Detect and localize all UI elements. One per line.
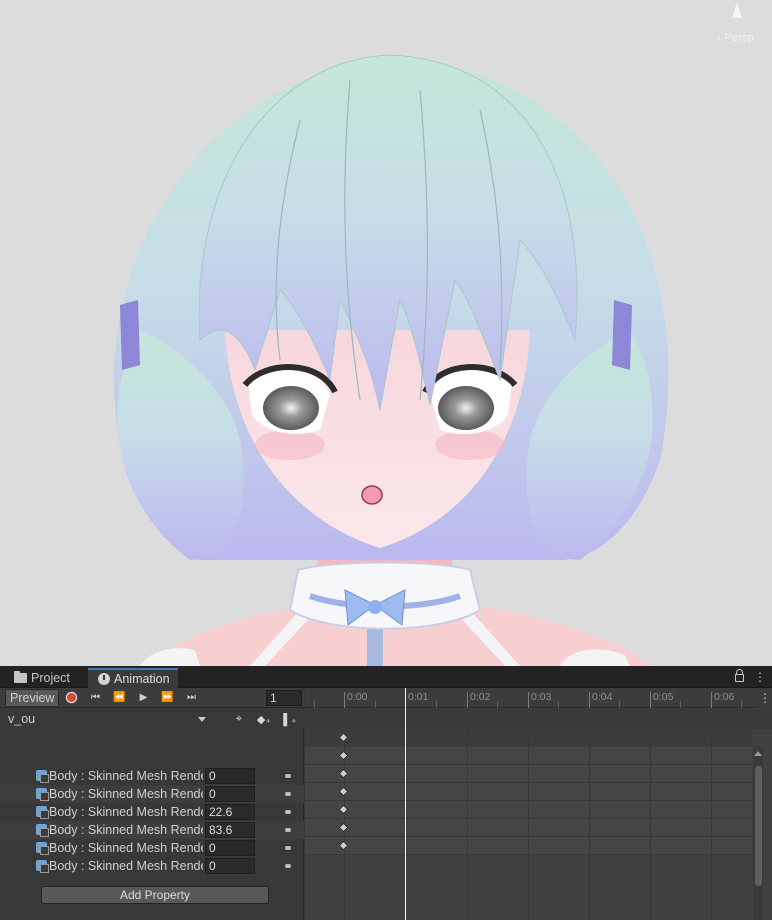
- property-row[interactable]: Body : Skinned Mesh Renderer.blendShape …: [0, 767, 304, 785]
- property-name: Body : Skinned Mesh Renderer.blendShape: [49, 823, 203, 837]
- lock-icon[interactable]: [735, 669, 744, 682]
- projection-label[interactable]: ‹ Persp: [717, 32, 754, 44]
- skinned-mesh-icon: [36, 806, 49, 819]
- next-keyframe-button[interactable]: ⏩: [155, 689, 179, 707]
- property-row[interactable]: Body : Skinned Mesh Renderer.blendShape …: [0, 857, 304, 875]
- property-options-icon[interactable]: [285, 828, 291, 832]
- chevron-down-icon: [198, 717, 206, 722]
- tab-bar: Project Animation ⋮: [0, 666, 772, 688]
- property-options-icon[interactable]: [285, 864, 291, 868]
- skinned-mesh-icon: [36, 842, 49, 855]
- property-name: Body : Skinned Mesh Renderer.blendShape: [49, 787, 203, 801]
- filter-by-selection-button[interactable]: ⌖: [228, 710, 250, 728]
- dopesheet[interactable]: 0:00 0:01 0:02 0:03 0:04 0:05 0:06 ⋮: [305, 688, 772, 920]
- property-options-icon[interactable]: [285, 774, 291, 778]
- skinned-mesh-icon: [36, 860, 49, 873]
- preview-button[interactable]: Preview: [5, 688, 60, 707]
- record-button[interactable]: [59, 689, 83, 707]
- step-back-icon: ⏪: [113, 692, 126, 703]
- property-name: Body : Skinned Mesh Renderer.blendShape: [49, 805, 203, 819]
- folder-icon: [14, 671, 27, 683]
- scroll-thumb[interactable]: [755, 766, 762, 886]
- property-name: Body : Skinned Mesh Renderer.blendShape: [49, 859, 203, 873]
- animation-panel: Project Animation ⋮ Preview ⏮ ⏪ ▶ ⏩ ⏭ 1 …: [0, 666, 772, 920]
- scroll-up-icon[interactable]: [754, 751, 762, 756]
- time-label: 0:05: [653, 691, 674, 703]
- play-icon: ▶: [139, 692, 148, 703]
- add-keyframe-button[interactable]: ◆₊: [253, 710, 275, 728]
- property-list-pane: Preview ⏮ ⏪ ▶ ⏩ ⏭ 1 v_ou ⌖ ◆₊ ▌₊ Body : …: [0, 688, 304, 920]
- vertical-scrollbar[interactable]: [753, 746, 763, 920]
- prev-keyframe-button[interactable]: ⏪: [107, 689, 131, 707]
- event-lane[interactable]: [305, 709, 772, 729]
- avatar-render: [113, 54, 669, 666]
- property-name: Body : Skinned Mesh Renderer.blendShape: [49, 841, 203, 855]
- add-property-button[interactable]: Add Property: [41, 886, 269, 904]
- clip-dropdown[interactable]: v_ou: [4, 710, 210, 728]
- property-options-icon[interactable]: [285, 810, 291, 814]
- time-label: 0:02: [470, 691, 491, 703]
- time-ruler[interactable]: 0:00 0:01 0:02 0:03 0:04 0:05 0:06 ⋮: [305, 688, 772, 708]
- tab-animation-label: Animation: [114, 672, 170, 686]
- last-keyframe-button[interactable]: ⏭: [179, 689, 203, 707]
- property-options-icon[interactable]: [285, 846, 291, 850]
- record-icon: [65, 692, 77, 703]
- time-label: 0:03: [531, 691, 552, 703]
- playback-toolbar: Preview ⏮ ⏪ ▶ ⏩ ⏭ 1: [0, 688, 304, 708]
- add-event-icon: ▌₊: [283, 713, 297, 726]
- time-label: 0:00: [347, 691, 368, 703]
- property-name: Body : Skinned Mesh Renderer.blendShape: [49, 769, 203, 783]
- scene-viewport[interactable]: ‹ Persp: [0, 0, 772, 666]
- time-label: 0:04: [592, 691, 613, 703]
- property-value-field[interactable]: 83.6: [205, 822, 255, 838]
- property-value-field[interactable]: 0: [205, 768, 255, 784]
- property-row[interactable]: Body : Skinned Mesh Renderer.blendShape …: [0, 839, 304, 857]
- property-row[interactable]: Body : Skinned Mesh Renderer.blendShape …: [0, 785, 304, 803]
- tab-project-label: Project: [31, 671, 70, 685]
- tab-animation[interactable]: Animation: [88, 668, 178, 688]
- first-keyframe-button[interactable]: ⏮: [83, 689, 107, 707]
- skinned-mesh-icon: [36, 770, 49, 783]
- tab-menu-icon[interactable]: ⋮: [754, 670, 766, 684]
- property-value-field[interactable]: 0: [205, 840, 255, 856]
- clip-dropdown-value: v_ou: [8, 712, 36, 726]
- property-value-field[interactable]: 22.6: [205, 804, 255, 820]
- playhead[interactable]: [405, 688, 406, 920]
- add-keyframe-icon: ◆₊: [256, 713, 272, 726]
- property-options-icon[interactable]: [285, 792, 291, 796]
- property-row[interactable]: Body : Skinned Mesh Renderer.blendShape …: [0, 821, 304, 839]
- time-label: 0:06: [714, 691, 735, 703]
- property-value-field[interactable]: 0: [205, 858, 255, 874]
- add-event-button[interactable]: ▌₊: [279, 710, 301, 728]
- clip-toolbar: v_ou ⌖ ◆₊ ▌₊: [0, 709, 304, 729]
- orientation-gizmo-icon[interactable]: [732, 2, 742, 18]
- property-row[interactable]: Body : Skinned Mesh Renderer.blendShape …: [0, 803, 304, 821]
- property-value-field[interactable]: 0: [205, 786, 255, 802]
- tab-project[interactable]: Project: [4, 668, 78, 688]
- skinned-mesh-icon: [36, 788, 49, 801]
- step-forward-icon: ⏩: [161, 692, 174, 703]
- time-label: 0:01: [408, 691, 429, 703]
- play-button[interactable]: ▶: [131, 689, 155, 707]
- crosshair-icon: ⌖: [235, 712, 243, 725]
- frame-input[interactable]: 1: [266, 690, 302, 706]
- skinned-mesh-icon: [36, 824, 49, 837]
- skip-last-icon: ⏭: [186, 692, 196, 703]
- clock-icon: [98, 673, 110, 685]
- skip-first-icon: ⏮: [90, 692, 100, 703]
- ruler-menu-icon[interactable]: ⋮: [758, 688, 772, 708]
